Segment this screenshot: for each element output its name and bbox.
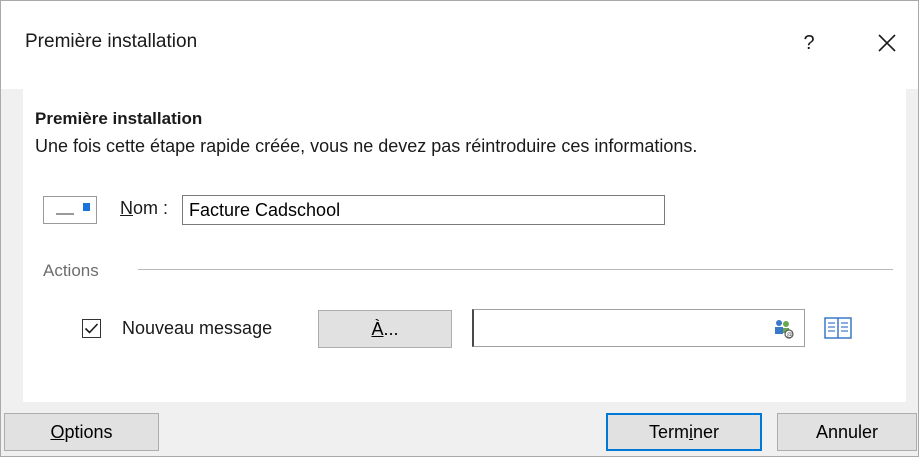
dialog-content: Première installation Une fois cette éta…	[23, 89, 906, 402]
title-bar: Première installation ?	[1, 1, 918, 89]
section-description: Une fois cette étape rapide créée, vous …	[35, 136, 698, 156]
to-button[interactable]: À...	[318, 310, 452, 348]
section-title: Première installation	[35, 109, 203, 128]
quick-step-icon[interactable]	[43, 196, 97, 224]
actions-divider	[138, 269, 893, 270]
checkmark-icon	[84, 323, 99, 334]
check-names-icon[interactable]: @	[774, 319, 794, 339]
help-button[interactable]: ?	[779, 21, 839, 65]
window-title: Première installation	[25, 31, 198, 52]
cancel-button[interactable]: Annuler	[777, 413, 917, 451]
close-button[interactable]	[859, 21, 915, 65]
dialog-window: Première installation ? Première install…	[0, 0, 919, 457]
options-button[interactable]: Options	[4, 413, 159, 451]
recipient-input[interactable]: @	[472, 309, 805, 347]
actions-group-label: Actions	[43, 261, 99, 280]
address-book-icon[interactable]	[824, 317, 852, 339]
new-message-checkbox[interactable]	[82, 319, 101, 338]
close-icon	[878, 34, 896, 52]
finish-button[interactable]: Term i ner	[606, 413, 762, 451]
name-input[interactable]	[182, 195, 665, 225]
name-label: Nom :	[120, 198, 169, 218]
new-message-label: Nouveau message	[122, 318, 273, 338]
svg-text:@: @	[787, 332, 793, 339]
